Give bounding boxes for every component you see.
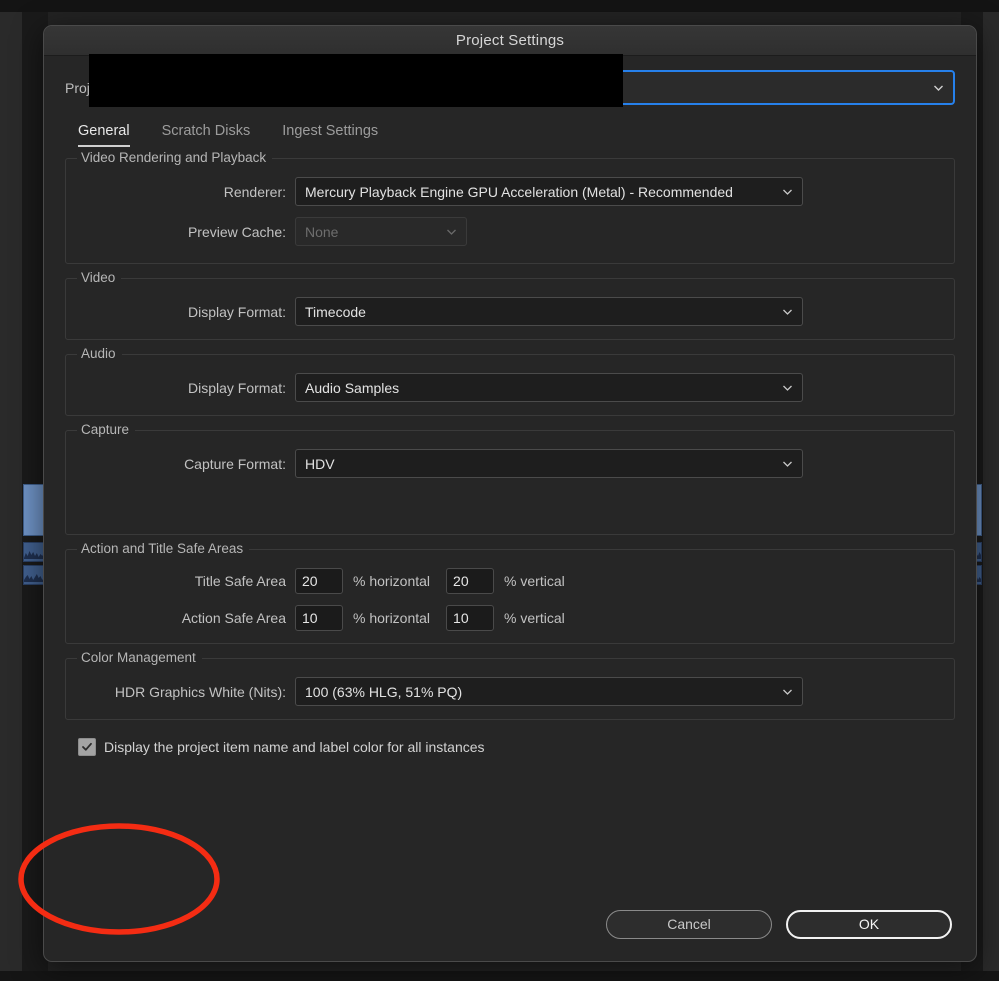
hdr-graphics-white-value: 100 (63% HLG, 51% PQ) (305, 683, 463, 700)
project-row: Project: (44, 54, 976, 117)
title-safe-horizontal-unit: % horizontal (353, 573, 431, 589)
tab-ingest-settings[interactable]: Ingest Settings (282, 123, 378, 147)
group-color-management: Color Management HDR Graphics White (Nit… (65, 650, 955, 720)
chevron-down-icon (933, 82, 944, 93)
video-display-format-value: Timecode (305, 303, 366, 320)
video-display-format-row: Display Format: Timecode (80, 297, 940, 326)
preview-cache-select-value: None (305, 223, 339, 240)
action-safe-horizontal-input[interactable] (295, 605, 343, 631)
cancel-button[interactable]: Cancel (606, 909, 772, 939)
title-safe-horizontal-input[interactable] (295, 568, 343, 594)
renderer-select[interactable]: Mercury Playback Engine GPU Acceleration… (295, 177, 803, 206)
app-bottom-strip (0, 971, 999, 981)
dialog-titlebar: Project Settings (44, 26, 976, 56)
title-safe-vertical-input[interactable] (446, 568, 495, 594)
capture-format-label: Capture Format: (184, 455, 286, 472)
app-top-strip (0, 0, 999, 12)
group-video-legend: Video (77, 270, 122, 286)
video-display-format-label: Display Format: (187, 303, 286, 320)
action-safe-vertical-input[interactable] (446, 605, 495, 631)
tab-general[interactable]: General (78, 123, 130, 147)
capture-format-value: HDV (305, 455, 335, 472)
audio-display-format-row: Display Format: Audio Samples (80, 373, 940, 402)
chevron-down-icon (782, 458, 793, 469)
general-tab-content: Video Rendering and Playback Renderer: M… (44, 147, 976, 720)
display-option-row[interactable]: Display the project item name and label … (44, 732, 976, 756)
title-safe-vertical-unit: % vertical (504, 573, 565, 589)
renderer-label: Renderer: (223, 183, 286, 200)
title-safe-area-row: Title Safe Area % horizontal % vertical (80, 568, 940, 594)
action-safe-area-label: Action Safe Area (181, 610, 286, 626)
group-safe-areas-legend: Action and Title Safe Areas (77, 541, 250, 557)
action-safe-horizontal-unit: % horizontal (353, 610, 431, 626)
ok-button[interactable]: OK (786, 909, 952, 939)
preview-cache-select: None (295, 217, 467, 246)
hdr-graphics-white-select[interactable]: 100 (63% HLG, 51% PQ) (295, 677, 803, 706)
preview-cache-label: Preview Cache: (187, 223, 286, 240)
chevron-down-icon (782, 186, 793, 197)
chevron-down-icon (446, 226, 457, 237)
group-capture: Capture Capture Format: HDV (65, 422, 955, 535)
preview-cache-row: Preview Cache: None (80, 217, 940, 246)
group-capture-legend: Capture (77, 422, 136, 438)
project-settings-dialog: Project Settings Project: General Scratc… (43, 25, 977, 962)
capture-format-select[interactable]: HDV (295, 449, 803, 478)
group-color-management-legend: Color Management (77, 650, 202, 666)
chevron-down-icon (782, 686, 793, 697)
capture-format-row: Capture Format: HDV (80, 449, 940, 478)
dialog-body: Project: General Scratch Disks Ingest Se… (44, 54, 976, 756)
audio-display-format-select[interactable]: Audio Samples (295, 373, 803, 402)
chevron-down-icon (782, 306, 793, 317)
app-left-panel (0, 12, 23, 971)
display-option-checkbox[interactable] (78, 738, 96, 756)
renderer-select-value: Mercury Playback Engine GPU Acceleration… (305, 183, 733, 200)
dialog-title: Project Settings (455, 32, 565, 49)
group-safe-areas: Action and Title Safe Areas Title Safe A… (65, 541, 955, 644)
tab-scratch-disks[interactable]: Scratch Disks (162, 123, 251, 147)
display-option-label: Display the project item name and label … (104, 739, 485, 755)
settings-tabs: General Scratch Disks Ingest Settings (44, 117, 976, 147)
hdr-graphics-white-row: HDR Graphics White (Nits): 100 (63% HLG,… (80, 677, 940, 706)
project-name-redaction (89, 54, 624, 107)
action-safe-vertical-unit: % vertical (504, 610, 565, 626)
title-safe-area-label: Title Safe Area (194, 573, 286, 589)
group-video-rendering-legend: Video Rendering and Playback (77, 150, 273, 166)
checkmark-icon (82, 742, 92, 751)
dialog-footer: Cancel OK (44, 887, 976, 961)
audio-display-format-label: Display Format: (187, 379, 286, 396)
group-audio-legend: Audio (77, 346, 122, 362)
audio-display-format-value: Audio Samples (305, 379, 400, 396)
group-video-rendering: Video Rendering and Playback Renderer: M… (65, 150, 955, 264)
renderer-row: Renderer: Mercury Playback Engine GPU Ac… (80, 177, 940, 206)
video-display-format-select[interactable]: Timecode (295, 297, 803, 326)
group-audio: Audio Display Format: Audio Samples (65, 346, 955, 416)
hdr-graphics-white-label: HDR Graphics White (Nits): (114, 683, 286, 700)
group-video: Video Display Format: Timecode (65, 270, 955, 340)
chevron-down-icon (782, 382, 793, 393)
action-safe-area-row: Action Safe Area % horizontal % vertical (80, 605, 940, 631)
app-right-panel (982, 12, 999, 971)
project-select[interactable] (89, 54, 955, 107)
